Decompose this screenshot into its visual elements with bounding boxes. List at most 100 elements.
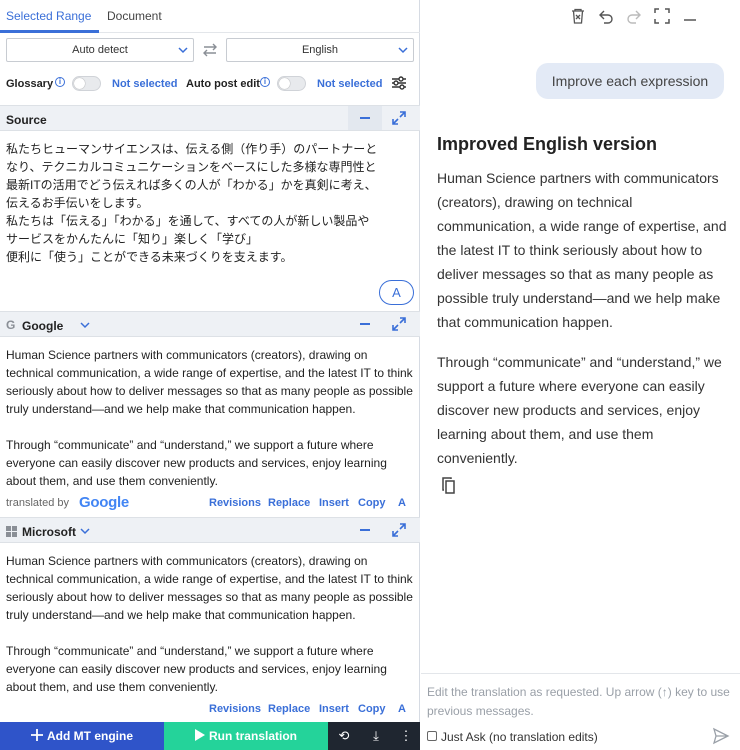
send-icon[interactable] bbox=[712, 727, 730, 745]
glossary-value[interactable]: Not selected bbox=[112, 78, 177, 90]
chat-input-area: Edit the translation as requested. Up ar… bbox=[421, 673, 740, 750]
translated-by-label: translated by bbox=[6, 497, 69, 509]
glossary-label: Glossary bbox=[6, 78, 54, 90]
revisions-link[interactable]: Revisions bbox=[209, 497, 261, 509]
source-line: 最新ITの活用でどう伝えれば多くの人が「わかる」かを真剣に考え、 bbox=[6, 178, 377, 192]
microsoft-icon bbox=[6, 526, 17, 537]
chevron-down-icon bbox=[178, 39, 188, 70]
copy-link[interactable]: Copy bbox=[358, 703, 386, 715]
google-panel-header: G Google bbox=[0, 311, 420, 337]
undo-icon[interactable] bbox=[597, 7, 615, 25]
clear-chat-icon[interactable] bbox=[569, 7, 587, 25]
translation-paragraph: Human Science partners with communicator… bbox=[6, 348, 413, 416]
text-style-button[interactable]: A bbox=[379, 280, 414, 305]
active-tab-indicator bbox=[0, 30, 99, 33]
google-logo: Google bbox=[79, 494, 129, 511]
auto-post-edit-label: Auto post edit bbox=[186, 78, 260, 90]
google-logo-text: Google bbox=[79, 494, 129, 511]
microsoft-panel-header: Microsoft bbox=[0, 517, 420, 543]
source-line: 便利に「使う」ことができる未来づくりを支えます。 bbox=[6, 250, 293, 264]
auto-post-edit-value[interactable]: Not selected bbox=[317, 78, 382, 90]
source-title: Source bbox=[6, 113, 47, 127]
source-line: 伝えるお手伝いをします。 bbox=[6, 196, 149, 210]
user-message-bubble: Improve each expression bbox=[536, 63, 724, 99]
chevron-down-icon[interactable] bbox=[79, 318, 91, 335]
microsoft-translation-text[interactable]: Human Science partners with communicator… bbox=[6, 552, 414, 694]
options-row: Glossary i Not selected Auto post edit i… bbox=[0, 70, 420, 98]
tab-document[interactable]: Document bbox=[107, 9, 162, 23]
insert-link[interactable]: Insert bbox=[319, 703, 349, 715]
source-text[interactable]: 私たちヒューマンサイエンスは、伝える側（作り手）のパートナーと なり、テクニカル… bbox=[6, 140, 414, 266]
replace-link[interactable]: Replace bbox=[268, 497, 310, 509]
font-style-icon[interactable]: A bbox=[398, 703, 406, 715]
tab-selected-range[interactable]: Selected Range bbox=[6, 9, 91, 23]
target-language-value: English bbox=[301, 44, 339, 56]
chat-pane: Improve each expression Improved English… bbox=[421, 0, 740, 750]
translation-paragraph: Through “communicate” and “understand,” … bbox=[6, 644, 387, 694]
bottom-bar: Add MT engine Run translation ⟲ ⤓ ⋮ bbox=[0, 722, 420, 750]
run-translation-button[interactable]: Run translation bbox=[164, 722, 328, 750]
source-language-select[interactable]: Auto detect bbox=[6, 38, 194, 62]
play-icon bbox=[194, 723, 205, 750]
source-line: サービスをかんたんに「知り」楽しく「学び」 bbox=[6, 232, 259, 246]
minus-icon bbox=[360, 529, 370, 531]
add-mt-engine-label: Add MT engine bbox=[47, 729, 133, 743]
fullscreen-icon[interactable] bbox=[653, 7, 671, 25]
font-style-icon[interactable]: A bbox=[398, 497, 406, 509]
chevron-down-icon[interactable] bbox=[79, 524, 91, 541]
toggle-knob bbox=[74, 78, 85, 89]
copy-icon[interactable] bbox=[441, 477, 457, 495]
expand-icon[interactable] bbox=[390, 521, 408, 539]
expand-icon[interactable] bbox=[390, 109, 408, 127]
minimize-button[interactable] bbox=[348, 106, 382, 130]
just-ask-label: Just Ask (no translation edits) bbox=[441, 730, 598, 744]
swap-icon[interactable] bbox=[201, 40, 219, 60]
response-paragraph: Through “communicate” and “understand,” … bbox=[437, 354, 722, 466]
minimize-icon[interactable] bbox=[681, 7, 699, 25]
microsoft-title: Microsoft bbox=[22, 525, 76, 539]
revisions-link[interactable]: Revisions bbox=[209, 703, 261, 715]
glossary-toggle[interactable] bbox=[72, 76, 101, 91]
microsoft-footer: Revisions Replace Insert Copy A bbox=[0, 699, 420, 721]
source-line: なり、テクニカルコミュニケーションをベースにした多様な専門性と bbox=[6, 160, 377, 174]
history-icon[interactable]: ⟲ bbox=[336, 728, 352, 744]
chat-input[interactable]: Edit the translation as requested. Up ar… bbox=[427, 683, 732, 721]
redo-icon[interactable] bbox=[625, 7, 643, 25]
info-icon[interactable]: i bbox=[260, 77, 270, 87]
google-footer: translated by Google Revisions Replace I… bbox=[0, 493, 420, 515]
google-title: Google bbox=[22, 319, 64, 333]
translation-paragraph: Human Science partners with communicator… bbox=[6, 554, 413, 622]
response-heading: Improved English version bbox=[437, 134, 658, 154]
source-line: 私たちヒューマンサイエンスは、伝える側（作り手）のパートナーと bbox=[6, 142, 378, 156]
response-body: Human Science partners with communicator… bbox=[437, 166, 729, 486]
expand-icon[interactable] bbox=[390, 315, 408, 333]
google-icon: G bbox=[6, 318, 16, 332]
left-pane: Selected Range Document Auto detect Engl… bbox=[0, 0, 420, 750]
utility-toolbar: ⟲ ⤓ ⋮ bbox=[328, 722, 420, 750]
add-mt-engine-button[interactable]: Add MT engine bbox=[0, 722, 164, 750]
just-ask-checkbox[interactable] bbox=[427, 731, 437, 741]
copy-link[interactable]: Copy bbox=[358, 497, 386, 509]
info-icon[interactable]: i bbox=[55, 77, 65, 87]
translation-paragraph: Through “communicate” and “understand,” … bbox=[6, 438, 387, 488]
minus-icon bbox=[360, 117, 370, 119]
run-translation-label: Run translation bbox=[208, 729, 297, 743]
google-translation-text[interactable]: Human Science partners with communicator… bbox=[6, 346, 414, 488]
chevron-down-icon bbox=[398, 39, 408, 70]
tab-bar: Selected Range Document bbox=[0, 0, 420, 33]
download-icon[interactable]: ⤓ bbox=[368, 728, 384, 744]
toggle-knob bbox=[279, 78, 290, 89]
minimize-button[interactable] bbox=[348, 518, 382, 542]
more-options-icon[interactable]: ⋮ bbox=[398, 728, 414, 744]
source-language-value: Auto detect bbox=[72, 44, 128, 56]
insert-link[interactable]: Insert bbox=[319, 497, 349, 509]
replace-link[interactable]: Replace bbox=[268, 703, 310, 715]
plus-icon bbox=[31, 723, 43, 750]
target-language-select[interactable]: English bbox=[226, 38, 414, 62]
response-paragraph: Human Science partners with communicator… bbox=[437, 170, 727, 330]
minus-icon bbox=[360, 323, 370, 325]
minimize-button[interactable] bbox=[348, 312, 382, 336]
source-panel-header: Source bbox=[0, 105, 420, 131]
auto-post-edit-toggle[interactable] bbox=[277, 76, 306, 91]
settings-sliders-icon[interactable] bbox=[391, 75, 407, 91]
